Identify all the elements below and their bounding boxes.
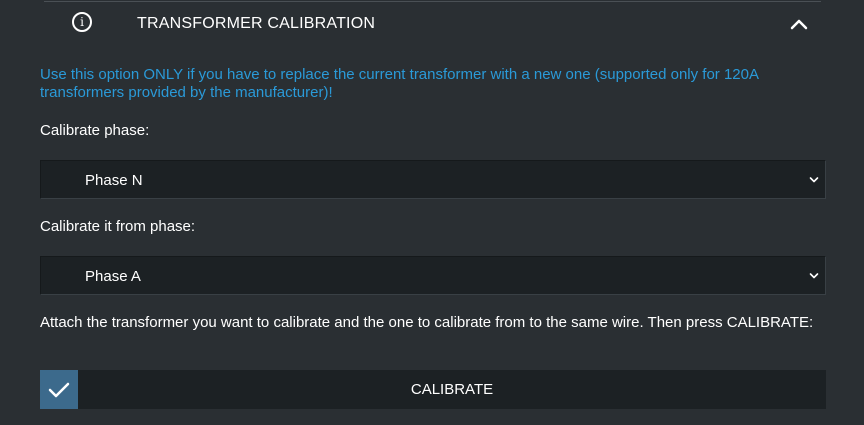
calibrate-phase-value: Phase N <box>85 172 143 189</box>
checkmark-icon <box>40 370 78 409</box>
warning-notice: Use this option ONLY if you have to repl… <box>40 66 759 101</box>
calibration-instruction: Attach the transformer you want to calib… <box>40 314 814 331</box>
section-header[interactable]: i TRANSFORMER CALIBRATION <box>44 2 821 46</box>
chevron-down-icon <box>809 177 819 183</box>
transformer-calibration-panel: i TRANSFORMER CALIBRATION Use this optio… <box>0 0 864 425</box>
calibrate-button[interactable]: CALIBRATE <box>40 370 826 409</box>
calibrate-phase-label: Calibrate phase: <box>40 122 150 139</box>
calibrate-from-select[interactable]: Phase A <box>40 256 826 295</box>
chevron-down-icon <box>809 273 819 279</box>
calibrate-button-label: CALIBRATE <box>410 381 494 398</box>
section-title: TRANSFORMER CALIBRATION <box>137 15 376 32</box>
calibrate-phase-select[interactable]: Phase N <box>40 160 826 199</box>
info-icon: i <box>72 12 92 32</box>
calibrate-from-label: Calibrate it from phase: <box>40 218 196 235</box>
calibrate-from-value: Phase A <box>85 268 141 285</box>
chevron-up-icon[interactable] <box>788 16 810 32</box>
